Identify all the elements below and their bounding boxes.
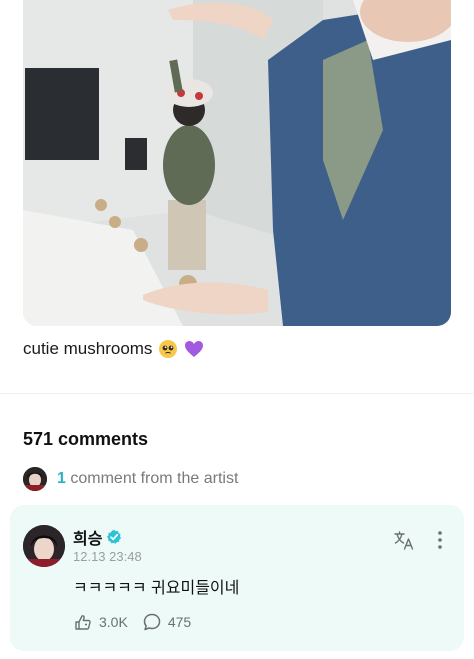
translate-icon[interactable] [393,529,415,551]
purple-heart-icon [185,341,204,357]
comment-author[interactable]: 희승 [73,525,122,549]
artist-avatar-small [23,467,47,491]
post-photo[interactable] [23,0,451,326]
like-icon [75,615,91,630]
reply-icon [143,613,161,631]
comments-count-title: 571 comments [23,429,149,449]
photo-illustration [23,0,451,326]
like-button[interactable]: 3.0K [73,612,128,632]
verified-badge-icon [107,529,122,544]
more-vertical-icon[interactable] [436,529,444,551]
comment-actions: 3.0K 475 [73,612,191,632]
author-name[interactable]: 희승 [73,525,102,549]
like-count: 3.0K [99,614,128,630]
artist-comment-card: 희승 12.13 23:48 ㅋㅋㅋㅋㅋ 귀요미들이네 3.0K 475 [10,505,464,651]
caption-text: cutie mushrooms [23,339,153,358]
pleading-face-icon [159,340,178,358]
author-avatar[interactable] [23,525,65,567]
reply-count: 475 [167,614,192,630]
post-caption: cutie mushrooms [23,339,204,359]
section-divider [0,393,474,394]
artist-comment-label: comment from the artist [70,470,239,487]
reply-button[interactable]: 475 [142,612,191,632]
artist-comments-link[interactable]: 1 comment from the artist [23,467,238,491]
comment-text: ㅋㅋㅋㅋㅋ 귀요미들이네 [73,580,240,597]
artist-comment-count: 1 [57,470,66,487]
comment-timestamp: 12.13 23:48 [73,549,142,564]
